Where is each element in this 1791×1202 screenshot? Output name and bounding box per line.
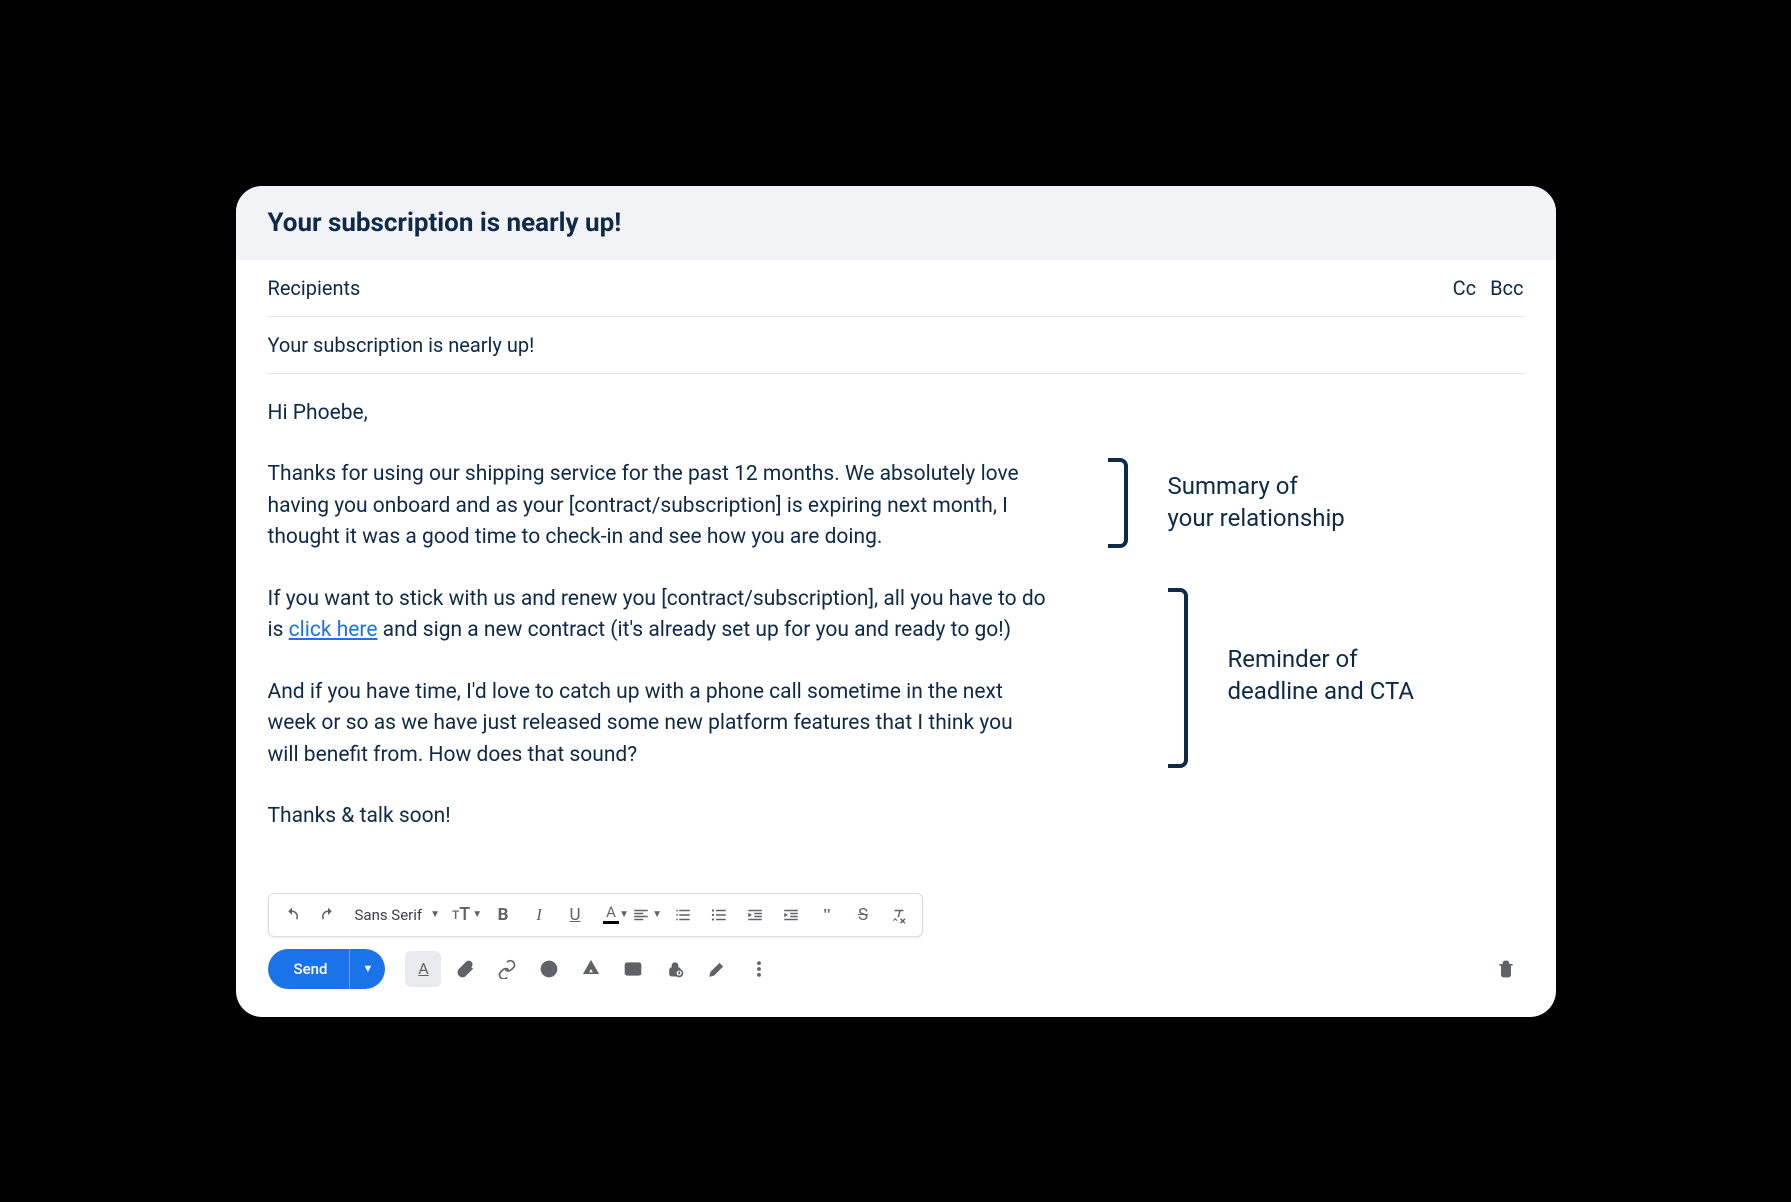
bracket-1: [1108, 458, 1128, 548]
indent-less-button[interactable]: [738, 898, 772, 932]
italic-button[interactable]: I: [522, 898, 556, 932]
undo-button[interactable]: [275, 898, 309, 932]
indent-more-button[interactable]: [774, 898, 808, 932]
confidential-button[interactable]: [657, 951, 693, 987]
compose-window: Your subscription is nearly up! Recipien…: [236, 186, 1556, 1017]
signature-button[interactable]: [699, 951, 735, 987]
bulleted-list-button[interactable]: [702, 898, 736, 932]
underline-button[interactable]: U: [558, 898, 592, 932]
paragraph-2: If you want to stick with us and renew y…: [268, 584, 1048, 647]
signoff: Thanks & talk soon!: [268, 801, 1048, 833]
recipients-label: Recipients: [268, 276, 361, 300]
drive-button[interactable]: [573, 951, 609, 987]
more-options-button[interactable]: [741, 951, 777, 987]
redo-button[interactable]: [311, 898, 345, 932]
formatting-toggle-button[interactable]: A: [405, 951, 441, 987]
formatting-toolbar: Sans Serif▼ TT▼ B I U A▼ ▼ " S: [268, 893, 924, 937]
greeting: Hi Phoebe,: [268, 398, 1048, 430]
bracket-2: [1168, 588, 1188, 768]
text-color-button[interactable]: A▼: [594, 898, 628, 932]
window-title: Your subscription is nearly up!: [236, 186, 1556, 260]
header-fields: Recipients Cc Bcc Your subscription is n…: [236, 260, 1556, 374]
click-here-link[interactable]: click here: [289, 618, 378, 642]
bold-button[interactable]: B: [486, 898, 520, 932]
emoji-button[interactable]: [531, 951, 567, 987]
subject-row[interactable]: Your subscription is nearly up!: [268, 317, 1524, 374]
send-button[interactable]: Send ▼: [268, 949, 386, 989]
email-body[interactable]: Hi Phoebe, Thanks for using our shipping…: [268, 398, 1048, 833]
remove-formatting-button[interactable]: [882, 898, 916, 932]
bcc-button[interactable]: Bcc: [1490, 276, 1523, 300]
send-label: Send: [268, 949, 350, 989]
font-select[interactable]: Sans Serif▼: [347, 898, 449, 932]
annotation-reminder: Reminder of deadline and CTA: [1228, 643, 1415, 708]
image-button[interactable]: [615, 951, 651, 987]
attach-button[interactable]: [447, 951, 483, 987]
subject-text: Your subscription is nearly up!: [268, 333, 535, 357]
font-size-button[interactable]: TT▼: [450, 898, 484, 932]
send-more-dropdown[interactable]: ▼: [349, 949, 385, 989]
insert-link-button[interactable]: [489, 951, 525, 987]
numbered-list-button[interactable]: [666, 898, 700, 932]
strikethrough-button[interactable]: S: [846, 898, 880, 932]
align-button[interactable]: ▼: [630, 898, 664, 932]
recipients-row[interactable]: Recipients Cc Bcc: [268, 260, 1524, 317]
quote-button[interactable]: ": [810, 898, 844, 932]
cc-button[interactable]: Cc: [1453, 276, 1477, 300]
annotations: Summary of your relationship Reminder of…: [1068, 398, 1524, 863]
discard-button[interactable]: [1488, 951, 1524, 987]
paragraph-1: Thanks for using our shipping service fo…: [268, 459, 1048, 554]
send-toolbar: Send ▼ A: [236, 949, 1556, 1017]
annotation-summary: Summary of your relationship: [1168, 470, 1345, 535]
paragraph-3: And if you have time, I'd love to catch …: [268, 677, 1048, 772]
